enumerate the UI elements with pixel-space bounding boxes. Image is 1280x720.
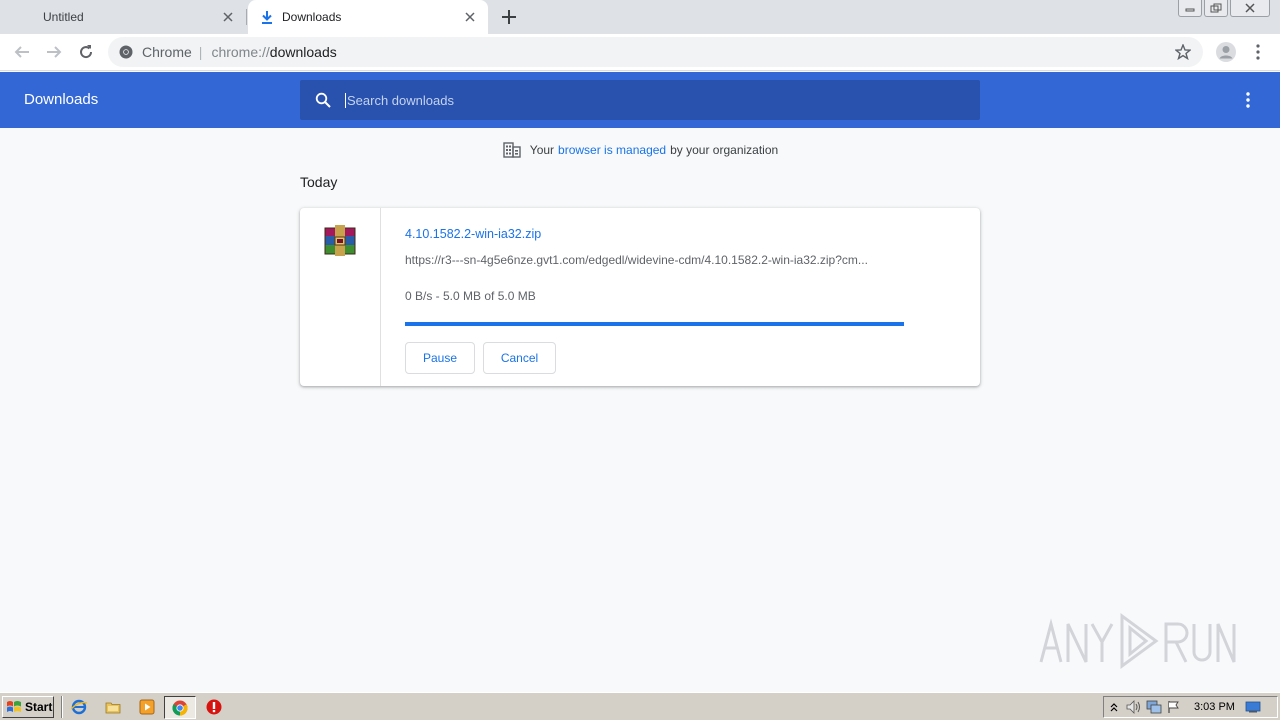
close-window-button[interactable]	[1230, 0, 1270, 17]
downloads-menu-button[interactable]	[1236, 88, 1260, 112]
show-desktop-icon[interactable]	[1243, 698, 1263, 716]
winrar-archive-icon	[324, 225, 356, 256]
forward-arrow-icon	[47, 46, 62, 58]
close-tab-icon[interactable]	[456, 3, 484, 31]
browser-toolbar: Chrome | chrome:// downloads	[0, 34, 1280, 71]
managed-link[interactable]: browser is managed	[558, 143, 666, 157]
windows-taskbar: Start 3:03 PM	[0, 692, 1280, 720]
chrome-logo-icon	[172, 700, 188, 715]
file-explorer-icon[interactable]	[104, 698, 122, 716]
close-tab-icon[interactable]	[214, 3, 242, 31]
address-bar[interactable]: Chrome | chrome:// downloads	[108, 37, 1203, 67]
minimize-button[interactable]	[1178, 0, 1202, 17]
start-label: Start	[25, 700, 53, 714]
taskbar-divider	[61, 696, 63, 718]
search-icon	[313, 90, 333, 110]
network-icon[interactable]	[1144, 698, 1164, 716]
managed-banner: Your browser is managed by your organiza…	[0, 140, 1280, 160]
new-tab-button[interactable]	[498, 5, 520, 29]
back-arrow-icon	[14, 46, 29, 58]
clock[interactable]: 3:03 PM	[1194, 701, 1235, 713]
show-hidden-icons-chevron-icon[interactable]	[1104, 698, 1124, 716]
tab-separator	[246, 9, 247, 25]
system-tray: 3:03 PM	[1103, 696, 1278, 718]
tab-strip: Untitled Downloads	[0, 0, 1280, 34]
tab-title: Untitled	[43, 10, 84, 24]
internet-explorer-icon[interactable]	[70, 698, 88, 716]
download-icon	[260, 10, 274, 24]
profile-button[interactable]	[1212, 38, 1240, 66]
security-warning-icon[interactable]	[205, 698, 223, 716]
chrome-menu-button[interactable]	[1244, 38, 1272, 66]
start-button[interactable]: Start	[2, 696, 54, 718]
reload-icon	[80, 45, 93, 59]
building-icon	[502, 141, 522, 159]
kebab-menu-icon	[1256, 44, 1260, 60]
managed-suffix: by your organization	[670, 143, 779, 157]
avatar-icon	[1216, 42, 1236, 62]
action-center-flag-icon[interactable]	[1164, 698, 1184, 716]
reload-button[interactable]	[72, 38, 100, 66]
url-scheme: chrome://	[211, 44, 270, 60]
site-chip: Chrome	[142, 44, 192, 60]
restore-button[interactable]	[1204, 0, 1228, 17]
file-name-link[interactable]: 4.10.1582.2-win-ia32.zip	[405, 227, 541, 241]
managed-prefix: Your	[529, 143, 555, 157]
cancel-button[interactable]: Cancel	[483, 342, 556, 374]
progress-fill	[405, 322, 904, 326]
volume-icon[interactable]	[1124, 698, 1144, 716]
download-status: 0 B/s - 5.0 MB of 5.0 MB	[405, 289, 536, 303]
file-icon-column	[300, 208, 381, 386]
media-player-icon[interactable]	[138, 698, 156, 716]
windows-logo-icon	[7, 701, 21, 712]
back-button[interactable]	[8, 38, 36, 66]
url-path: downloads	[269, 44, 337, 60]
tab-downloads[interactable]: Downloads	[248, 0, 488, 34]
search-box[interactable]	[300, 80, 980, 120]
download-item-card: 4.10.1582.2-win-ia32.zip https://r3---sn…	[300, 208, 980, 386]
divider: |	[198, 44, 203, 60]
plus-icon	[502, 10, 516, 24]
download-progress-bar	[405, 322, 904, 326]
downloads-header: Downloads	[0, 72, 1280, 128]
bookmark-star-icon[interactable]	[1171, 40, 1195, 64]
forward-button[interactable]	[40, 38, 68, 66]
date-heading: Today	[300, 174, 338, 190]
pause-button[interactable]: Pause	[405, 342, 475, 374]
kebab-menu-icon	[1246, 92, 1250, 108]
taskbar-chrome-button[interactable]	[164, 696, 196, 719]
page-title: Downloads	[24, 91, 99, 108]
chrome-logo-icon	[118, 44, 134, 60]
file-source-url[interactable]: https://r3---sn-4g5e6nze.gvt1.com/edgedl…	[405, 253, 868, 267]
window-controls	[1178, 0, 1270, 17]
tab-title: Downloads	[282, 10, 342, 24]
search-input[interactable]	[345, 92, 945, 108]
anyrun-watermark-logo	[1039, 613, 1236, 669]
tab-untitled[interactable]: Untitled	[0, 0, 246, 34]
